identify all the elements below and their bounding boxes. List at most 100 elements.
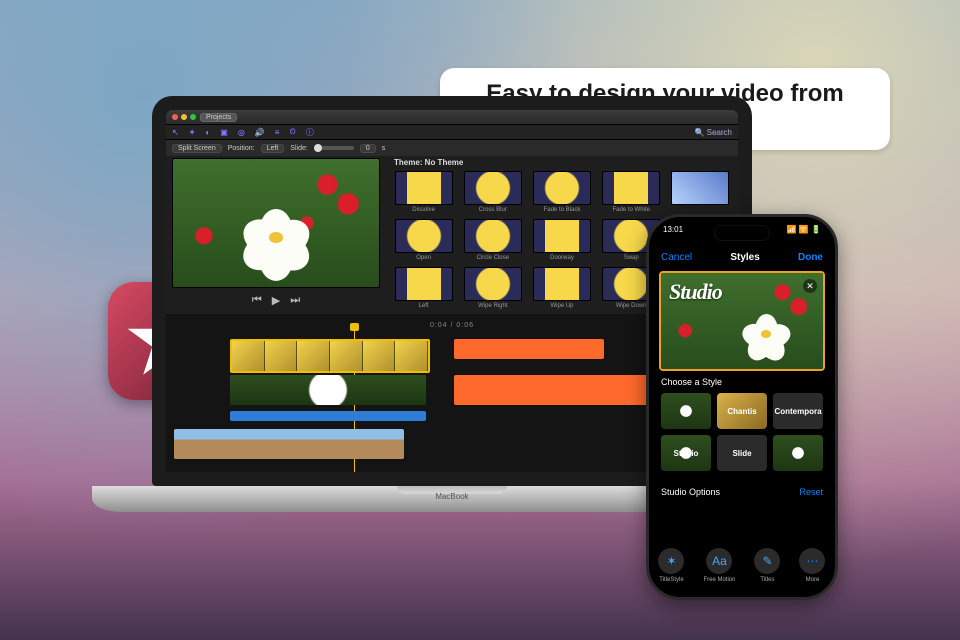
transition-thumb [533, 267, 591, 301]
tool-label: Free Motion [703, 577, 735, 583]
transition-thumb [395, 171, 453, 205]
transition-label: Circle Close [477, 255, 509, 261]
style-thumb[interactable]: Contempora [773, 393, 823, 429]
tool-label: TitleStyle [659, 577, 683, 583]
traffic-light-minimize[interactable] [181, 114, 187, 120]
style-thumb[interactable]: Studio [661, 435, 711, 471]
transition-item[interactable] [669, 171, 732, 213]
transition-thumb [395, 219, 453, 253]
next-button[interactable]: ⏭ [290, 294, 300, 307]
phone-tool-free-motion[interactable]: Aa Free Motion [703, 548, 735, 583]
preview-viewport[interactable] [172, 158, 380, 288]
transition-label: Open [416, 255, 431, 261]
transition-thumb [464, 219, 522, 253]
transition-item[interactable]: Circle Close [461, 219, 524, 261]
crop-icon[interactable]: ▣ [220, 128, 228, 137]
play-button[interactable]: ▶ [272, 294, 280, 307]
preview-image [173, 159, 379, 287]
title-clip[interactable] [454, 339, 604, 359]
transition-label: Cross Blur [479, 207, 507, 213]
style-preview[interactable]: Studio ✕ [659, 271, 825, 371]
phone-tool-titles[interactable]: ✎ Titles [754, 548, 780, 583]
transition-item[interactable]: Open [392, 219, 455, 261]
style-preview-title: Studio [669, 279, 722, 305]
transition-item[interactable]: Wipe Up [530, 267, 593, 309]
clip-mode-select[interactable]: Split Screen [172, 144, 222, 153]
transition-item[interactable]: Dissolve [392, 171, 455, 213]
section-header: Studio Options [661, 487, 720, 497]
transition-item[interactable]: Fade to White [600, 171, 663, 213]
phone-tool-titlestyle[interactable]: ✶ TitleStyle [658, 548, 684, 583]
stabilize-icon[interactable]: ◎ [238, 128, 245, 137]
position-label: Position: [228, 145, 255, 152]
volume-icon[interactable]: 🔊 [255, 128, 265, 137]
dynamic-island [714, 225, 770, 241]
phone-navbar: Cancel Styles Done [649, 247, 835, 267]
wand-icon[interactable]: ✦ [189, 128, 196, 137]
transition-label: Swap [624, 255, 639, 261]
slide-label: Slide: [290, 145, 308, 152]
tool-icon: Aa [706, 548, 732, 574]
transition-thumb [671, 171, 729, 205]
transition-item[interactable]: Left [392, 267, 455, 309]
traffic-light-close[interactable] [172, 114, 178, 120]
phone-tool-more[interactable]: ⋯ More [799, 548, 825, 583]
status-time: 13:01 [663, 225, 683, 239]
cancel-button[interactable]: Cancel [661, 252, 692, 263]
transition-item[interactable]: Doorway [530, 219, 593, 261]
transition-item[interactable]: Wipe Right [461, 267, 524, 309]
tool-icon: ✶ [658, 548, 684, 574]
map-clip[interactable] [174, 429, 404, 459]
theme-header: Theme: No Theme [394, 158, 732, 167]
done-button[interactable]: Done [798, 252, 823, 263]
slide-value[interactable]: 0 [360, 144, 376, 153]
style-thumb[interactable]: Slide [717, 435, 767, 471]
options-section: Studio Options Reset [661, 487, 823, 497]
transition-label: Left [419, 303, 429, 309]
tool-label: Titles [760, 577, 774, 583]
video-clip[interactable] [230, 375, 426, 405]
style-thumb[interactable] [661, 393, 711, 429]
info-icon[interactable]: ⓘ [306, 127, 314, 138]
transition-label: Wipe Up [550, 303, 573, 309]
search-input[interactable]: 🔍 Search [694, 128, 732, 137]
arrow-icon[interactable]: ↖ [172, 128, 179, 137]
transition-thumb [464, 267, 522, 301]
transition-thumb [464, 171, 522, 205]
slide-slider[interactable] [314, 146, 354, 150]
tool-label: More [806, 577, 820, 583]
transition-thumb [533, 219, 591, 253]
color-icon[interactable]: ◐ [205, 128, 210, 137]
traffic-light-zoom[interactable] [190, 114, 196, 120]
tool-icon: ✎ [754, 548, 780, 574]
prev-button[interactable]: ⏮ [252, 294, 262, 307]
transition-item[interactable]: Fade to Black [530, 171, 593, 213]
transition-item[interactable]: Cross Blur [461, 171, 524, 213]
transition-label: Doorway [550, 255, 574, 261]
playback-controls: ⏮ ▶ ⏭ [252, 294, 300, 307]
projects-button[interactable]: Projects [200, 113, 237, 122]
styles-section: Choose a Style ChantisContempora StudioSl… [661, 377, 823, 471]
tool-icon: ⋯ [799, 548, 825, 574]
iphone: 13:01 📶 🛜 🔋 Cancel Styles Done Studio ✕ … [646, 214, 838, 600]
transition-thumb [602, 171, 660, 205]
close-icon[interactable]: ✕ [803, 279, 817, 293]
transition-label: Fade to Black [544, 207, 581, 213]
window-titlebar: Projects [166, 110, 738, 124]
navbar-title: Styles [730, 252, 759, 263]
video-clip-selected[interactable] [230, 339, 430, 373]
style-thumb[interactable]: Chantis [717, 393, 767, 429]
position-select[interactable]: Left [261, 144, 285, 153]
audio-clip[interactable] [230, 411, 426, 421]
section-header: Choose a Style [661, 377, 722, 387]
transition-label: Dissolve [412, 207, 435, 213]
reset-button[interactable]: Reset [799, 487, 823, 497]
preview-pane: ⏮ ▶ ⏭ [166, 154, 386, 314]
eq-icon[interactable]: ≡ [275, 128, 280, 137]
transition-label: Wipe Right [478, 303, 507, 309]
transition-thumb [533, 171, 591, 205]
slide-unit: s [382, 145, 386, 152]
speed-icon[interactable]: ⏲ [289, 127, 295, 137]
style-thumb[interactable] [773, 435, 823, 471]
macbook-label: MacBook [435, 492, 468, 501]
